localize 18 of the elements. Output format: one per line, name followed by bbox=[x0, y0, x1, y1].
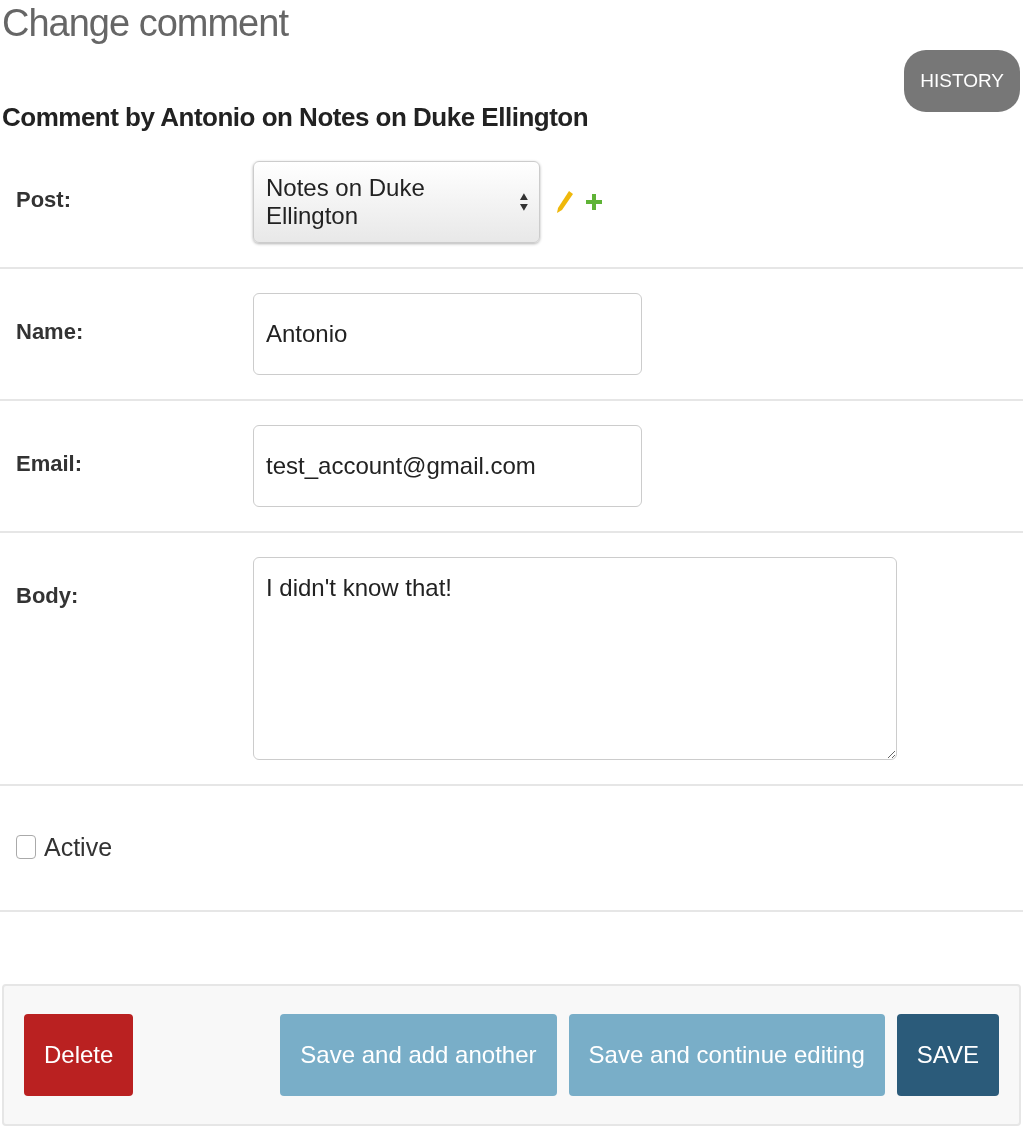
field-label: Body: bbox=[15, 582, 80, 609]
page-title: Change comment bbox=[2, 2, 288, 45]
post-select[interactable]: Notes on Duke Ellington bbox=[253, 161, 540, 243]
input-field[interactable]: test_account@gmail.com bbox=[253, 425, 642, 507]
plus-icon[interactable] bbox=[586, 194, 602, 210]
save-button[interactable]: SAVE bbox=[896, 1014, 999, 1096]
sort-arrows-icon bbox=[519, 192, 529, 212]
field-label: Post: bbox=[15, 186, 72, 213]
input-field[interactable]: Antonio bbox=[253, 293, 642, 375]
checkbox[interactable] bbox=[16, 835, 36, 859]
delete-button[interactable]: Delete bbox=[24, 1014, 134, 1096]
field-label: Email: bbox=[15, 450, 84, 477]
field-label: Name: bbox=[15, 318, 85, 345]
pencil-icon[interactable] bbox=[556, 190, 574, 214]
body-field[interactable]: I didn't know that! bbox=[253, 557, 897, 760]
form-subtitle: Comment by Antonio on Notes on Duke Ellington bbox=[2, 102, 590, 133]
history-button[interactable]: HISTORY bbox=[904, 50, 1020, 112]
checkbox-label: Active bbox=[44, 832, 113, 862]
